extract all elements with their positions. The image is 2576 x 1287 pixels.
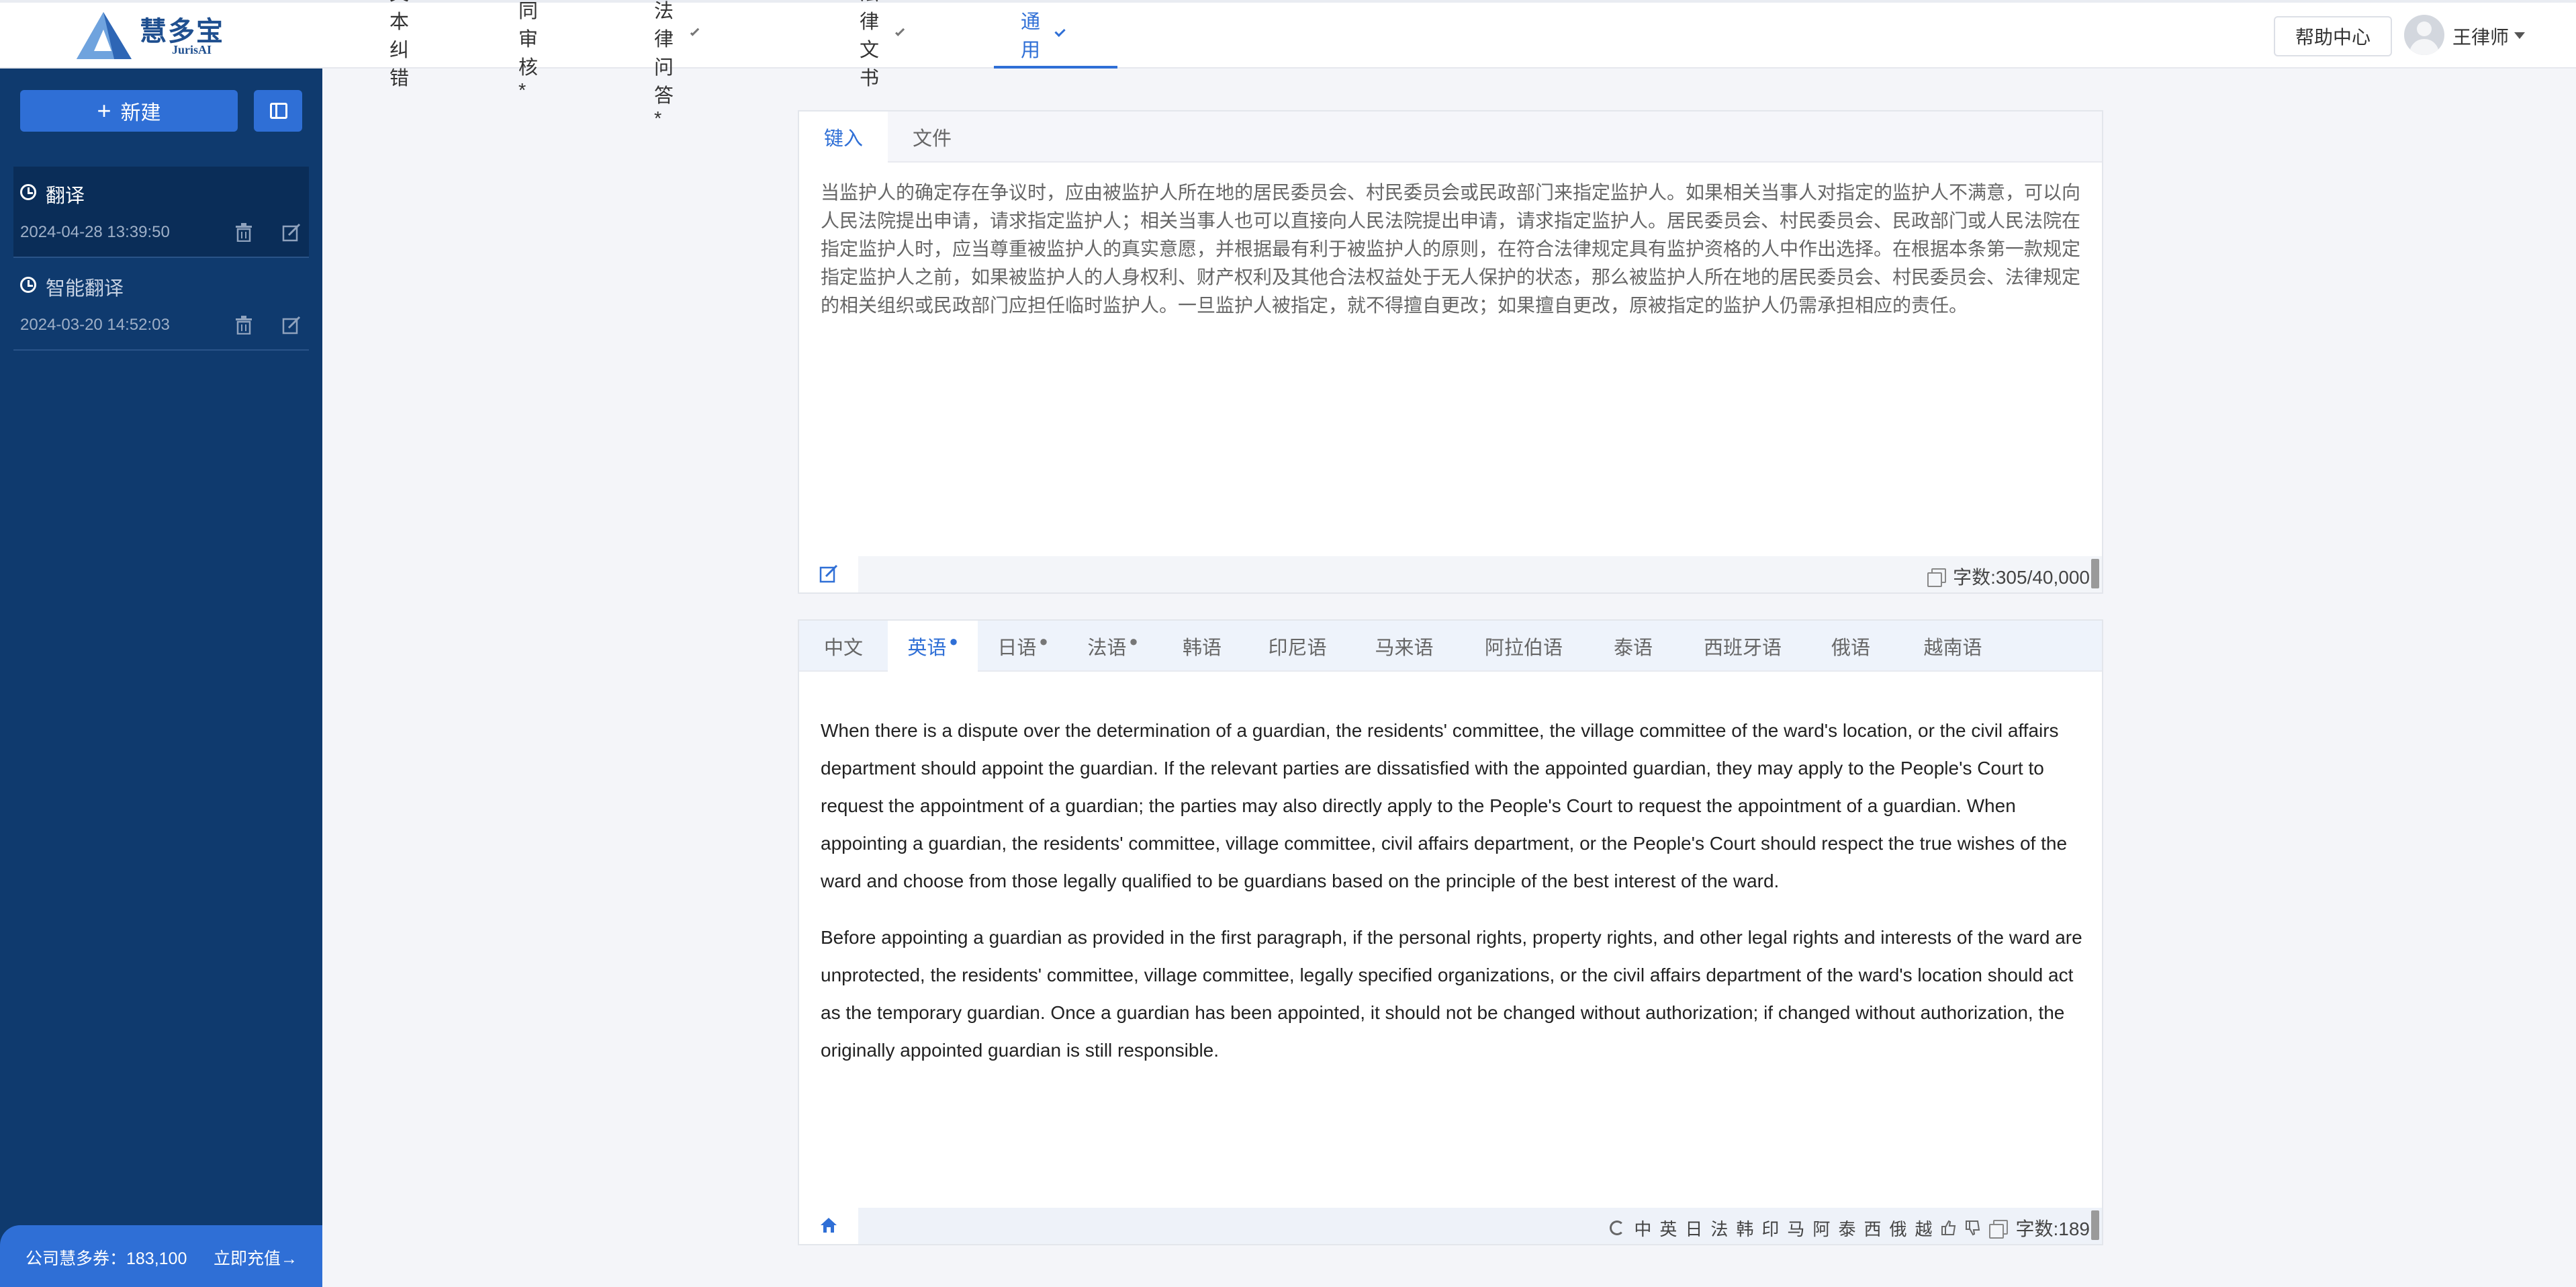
- avatar-head: [2417, 21, 2432, 36]
- quick-lang-thai[interactable]: 泰: [1838, 1216, 1855, 1241]
- tab-lang-korean[interactable]: 韩语: [1158, 621, 1246, 672]
- clock-icon: [20, 184, 36, 200]
- chevron-down-icon: [690, 27, 700, 36]
- history-title: 智能翻译: [46, 278, 124, 300]
- thumbs-up-icon[interactable]: [1941, 1220, 1957, 1236]
- char-count-label: 字数:305/40,000: [1953, 567, 2090, 588]
- copy-icon[interactable]: [1988, 1220, 2008, 1239]
- quick-lang-english[interactable]: 英: [1659, 1216, 1677, 1241]
- tab-lang-indonesian[interactable]: 印尼语: [1246, 621, 1348, 672]
- chevron-down-icon: [894, 26, 905, 37]
- nav-item-contract-review[interactable]: 合同审核*: [518, 0, 538, 101]
- credit-balance: 公司慧多券：183,100: [26, 1249, 187, 1268]
- header-topline: [0, 0, 2576, 3]
- logo-triangle-icon: [77, 12, 132, 59]
- source-text-area[interactable]: 当监护人的确定存在争议时，应由被监护人所在地的居民委员会、村民委员会或民政部门来…: [821, 179, 2083, 320]
- history-title: 翻译: [46, 185, 85, 207]
- brand-name-en: JurisAI: [172, 43, 212, 56]
- chevron-down-icon: [1054, 26, 1066, 38]
- resize-handle[interactable]: [2091, 559, 2099, 588]
- home-icon[interactable]: [819, 1216, 838, 1235]
- history-date: 2024-04-28 13:39:50: [20, 223, 170, 241]
- quick-lang-spanish[interactable]: 西: [1864, 1216, 1881, 1241]
- caret-down-icon[interactable]: [2514, 32, 2525, 39]
- nav-item-legal-qa[interactable]: 中国法律问答*: [654, 0, 700, 130]
- tab-file[interactable]: 文件: [888, 112, 976, 163]
- trash-icon[interactable]: [235, 223, 252, 242]
- copy-icon[interactable]: [1927, 568, 1947, 587]
- history-item[interactable]: 智能翻译 2024-03-20 14:52:03: [13, 259, 309, 351]
- quick-lang-japanese[interactable]: 日: [1685, 1216, 1702, 1241]
- tab-lang-vietnamese[interactable]: 越南语: [1895, 621, 2011, 672]
- quick-lang-russian[interactable]: 俄: [1889, 1216, 1906, 1241]
- resize-handle[interactable]: [2091, 1210, 2099, 1240]
- tab-lang-french[interactable]: 法语 ●: [1068, 621, 1158, 672]
- sidebar: + 新建 翻译 2024-04-28 13:39:50 智能翻译 2024-03…: [0, 69, 322, 1287]
- avatar-body: [2409, 39, 2439, 55]
- clock-icon: [20, 277, 36, 293]
- sidebar-toggle-button[interactable]: [254, 90, 302, 132]
- tab-lang-malay[interactable]: 马来语: [1348, 621, 1460, 672]
- tab-lang-japanese[interactable]: 日语 ●: [978, 621, 1068, 672]
- refresh-icon[interactable]: [1610, 1221, 1625, 1235]
- credit-bar: 公司慧多券：183,100 立即充值→: [0, 1225, 322, 1287]
- output-char-count: 字数:189: [2015, 1218, 2090, 1239]
- tab-lang-thai[interactable]: 泰语: [1588, 621, 1679, 672]
- tab-lang-english[interactable]: 英语 ●: [888, 621, 978, 672]
- quick-lang-chinese[interactable]: 中: [1634, 1216, 1651, 1241]
- tab-lang-arabic[interactable]: 阿拉伯语: [1460, 621, 1588, 672]
- panel-toggle-icon: [270, 103, 287, 119]
- trash-icon[interactable]: [235, 316, 252, 335]
- nav-item-text-correction[interactable]: 文本纠错: [389, 0, 409, 89]
- thumbs-down-icon[interactable]: [1965, 1220, 1981, 1236]
- quick-language-bar: 中 英 日 法 韩 印 马 阿 泰 西 俄 越 字数:189: [1610, 1214, 2090, 1241]
- avatar[interactable]: [2404, 15, 2444, 55]
- input-tabbar: 键入 文件: [799, 112, 2102, 163]
- quick-lang-arabic[interactable]: 阿: [1812, 1216, 1830, 1241]
- input-panel: 键入 文件 当监护人的确定存在争议时，应由被监护人所在地的居民委员会、村民委员会…: [798, 110, 2103, 594]
- tab-type-input[interactable]: 键入: [799, 112, 888, 163]
- history-item[interactable]: 翻译 2024-04-28 13:39:50: [13, 167, 309, 258]
- tab-lang-chinese[interactable]: 中文: [799, 621, 888, 672]
- input-char-count: 字数:305/40,000: [1927, 563, 2090, 590]
- plus-icon: +: [97, 97, 111, 124]
- translation-output: When there is a dispute over the determi…: [821, 712, 2083, 1088]
- language-tabbar: 中文 英语 ● 日语 ● 法语 ● 韩语 印尼语 马来语 阿拉伯语 泰语 西班牙语 俄…: [799, 621, 2102, 672]
- new-button-label: 新建: [120, 102, 161, 124]
- quick-lang-korean[interactable]: 韩: [1736, 1216, 1753, 1241]
- edit-icon[interactable]: [819, 564, 838, 583]
- tab-lang-russian[interactable]: 俄语: [1806, 621, 1895, 672]
- tab-lang-spanish[interactable]: 西班牙语: [1679, 621, 1806, 672]
- quick-lang-vietnamese[interactable]: 越: [1915, 1216, 1932, 1241]
- edit-icon[interactable]: [282, 316, 301, 335]
- translation-paragraph: When there is a dispute over the determi…: [821, 720, 2068, 891]
- quick-lang-indonesian[interactable]: 印: [1761, 1216, 1779, 1241]
- translation-paragraph: Before appointing a guardian as provided…: [821, 927, 2082, 1061]
- input-footer-bar: [858, 556, 2102, 592]
- nav-item-general[interactable]: 通用: [1021, 0, 1066, 69]
- edit-icon[interactable]: [282, 223, 301, 242]
- brand-logo[interactable]: 慧多宝 JurisAI: [74, 9, 228, 62]
- top-header: 慧多宝 JurisAI 文本纠错 合同审核* 中国法律问答* 法律文书 通用 帮…: [0, 0, 2576, 130]
- quick-lang-malay[interactable]: 马: [1787, 1216, 1804, 1241]
- recharge-link[interactable]: 立即充值→: [214, 1245, 297, 1270]
- username[interactable]: 王律师: [2452, 23, 2509, 50]
- new-button[interactable]: + 新建: [20, 90, 238, 132]
- output-panel: 中文 英语 ● 日语 ● 法语 ● 韩语 印尼语 马来语 阿拉伯语 泰语 西班牙语 俄…: [798, 619, 2103, 1245]
- history-date: 2024-03-20 14:52:03: [20, 316, 170, 334]
- nav-active-underline: [994, 66, 1117, 69]
- quick-lang-french[interactable]: 法: [1710, 1216, 1728, 1241]
- nav-item-legal-documents[interactable]: 法律文书: [860, 0, 905, 89]
- help-center-button[interactable]: 帮助中心: [2274, 16, 2392, 56]
